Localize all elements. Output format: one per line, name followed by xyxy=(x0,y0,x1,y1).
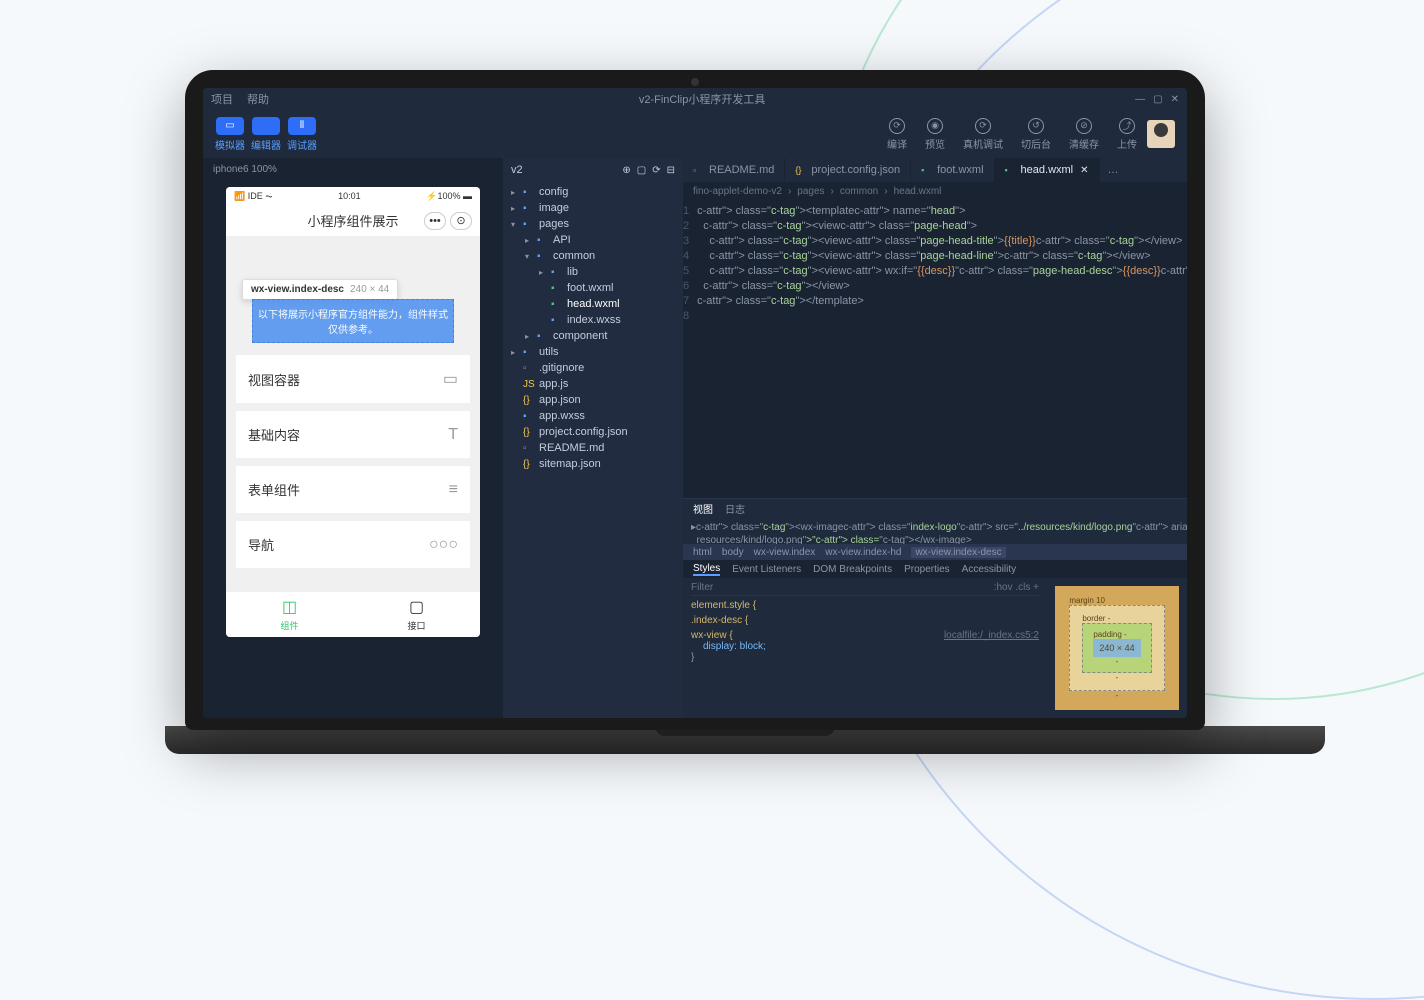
box-model: margin 10 border - padding - 240 × 44 - xyxy=(1047,578,1187,718)
tree-pages[interactable]: ▾▪pages xyxy=(503,216,683,232)
tree-sitemap.json[interactable]: {}sitemap.json xyxy=(503,456,683,472)
tree-head.wxml[interactable]: ▪head.wxml xyxy=(503,296,683,312)
tree-component[interactable]: ▸▪component xyxy=(503,328,683,344)
tabbar-接口[interactable]: ▢接口 xyxy=(353,592,480,637)
app-window: 项目 帮助 v2-FinClip小程序开发工具 — ▢ ✕ ▭模拟器编辑器⫴调试… xyxy=(203,88,1187,718)
dom-crumb[interactable]: wx-view.index-desc xyxy=(911,547,1005,558)
tree-utils[interactable]: ▸▪utils xyxy=(503,344,683,360)
status-carrier: 📶 IDE ⏦ xyxy=(234,191,273,202)
menu-help[interactable]: 帮助 xyxy=(247,91,269,107)
avatar[interactable] xyxy=(1147,120,1175,148)
styles-toggles[interactable]: :hov .cls + xyxy=(994,582,1039,593)
tab-close-icon[interactable]: ✕ xyxy=(1080,165,1088,176)
window-title: v2-FinClip小程序开发工具 xyxy=(283,91,1121,107)
action-预览[interactable]: ◉预览 xyxy=(925,118,945,151)
styles-tab-DOM Breakpoints[interactable]: DOM Breakpoints xyxy=(813,564,892,575)
collapse-icon[interactable]: ⊟ xyxy=(667,165,675,176)
dom-tree[interactable]: ▸c-attr"> class="c-tag"><wx-imagec-attr"… xyxy=(683,517,1187,544)
page-title: 小程序组件展示 xyxy=(307,211,398,230)
explorer-root[interactable]: v2 xyxy=(511,164,523,176)
dom-crumb[interactable]: body xyxy=(722,547,744,558)
styles-tab-Event Listeners[interactable]: Event Listeners xyxy=(732,564,801,575)
tabs-more-icon[interactable]: … xyxy=(1100,158,1127,182)
styles-tab-Properties[interactable]: Properties xyxy=(904,564,950,575)
dom-breadcrumbs[interactable]: html body wx-view.index wx-view.index-hd wx-… xyxy=(683,544,1187,560)
tree-index.wxss[interactable]: ▪index.wxss xyxy=(503,312,683,328)
tab-head.wxml[interactable]: ▪head.wxml✕ xyxy=(995,158,1100,182)
tree-image[interactable]: ▸▪image xyxy=(503,200,683,216)
mode-编辑器[interactable]: 编辑器 xyxy=(251,117,281,152)
devtools-tab-elements[interactable]: 视图 xyxy=(693,501,713,516)
tab-project.config.json[interactable]: {}project.config.json xyxy=(785,158,911,182)
tab-README.md[interactable]: ▫README.md xyxy=(683,158,785,182)
menu-card[interactable]: 导航○○○ xyxy=(236,521,470,568)
menu-card[interactable]: 视图容器▭ xyxy=(236,355,470,403)
menu-card[interactable]: 表单组件≡ xyxy=(236,466,470,513)
tabbar-组件[interactable]: ◫组件 xyxy=(226,592,353,637)
devtools: 视图 日志 ▸c-attr"> class="c-tag"><wx-imagec… xyxy=(683,498,1187,718)
tree-foot.wxml[interactable]: ▪foot.wxml xyxy=(503,280,683,296)
styles-tab-Accessibility[interactable]: Accessibility xyxy=(962,564,1016,575)
file-explorer: v2 ⊕ ▢ ⟳ ⊟ ▸▪config▸▪image▾▪pages▸▪API▾▪… xyxy=(503,158,683,718)
status-battery: ⚡100% ▬ xyxy=(426,191,472,202)
action-切后台[interactable]: ↺切后台 xyxy=(1021,118,1051,151)
tab-foot.wxml[interactable]: ▪foot.wxml xyxy=(911,158,994,182)
tree-app.wxss[interactable]: ▪app.wxss xyxy=(503,408,683,424)
tree-README.md[interactable]: ▫README.md xyxy=(503,440,683,456)
tree-API[interactable]: ▸▪API xyxy=(503,232,683,248)
menubar: 项目 帮助 v2-FinClip小程序开发工具 — ▢ ✕ xyxy=(203,88,1187,110)
device-info: iphone6 100% xyxy=(203,158,503,181)
dom-crumb[interactable]: wx-view.index xyxy=(754,547,816,558)
minimize-icon[interactable]: — xyxy=(1135,94,1145,105)
tree-common[interactable]: ▾▪common xyxy=(503,248,683,264)
tree-app.json[interactable]: {}app.json xyxy=(503,392,683,408)
code-editor[interactable]: 12345678 c-attr"> class="c-tag"><templat… xyxy=(683,200,1187,498)
styles-panel[interactable]: Filter :hov .cls + element.style {.index… xyxy=(683,578,1047,718)
styles-filter[interactable]: Filter xyxy=(691,582,713,593)
menu-project[interactable]: 项目 xyxy=(211,91,233,107)
action-真机调试[interactable]: ⟳真机调试 xyxy=(963,118,1003,151)
inspector-tooltip: wx-view.index-desc240 × 44 xyxy=(242,279,398,300)
capsule-close-icon[interactable]: ⊙ xyxy=(450,212,472,230)
capsule-menu-icon[interactable]: ••• xyxy=(424,212,446,230)
dom-crumb[interactable]: html xyxy=(693,547,712,558)
laptop-frame: 项目 帮助 v2-FinClip小程序开发工具 — ▢ ✕ ▭模拟器编辑器⫴调试… xyxy=(165,70,1225,780)
tree-.gitignore[interactable]: ▫.gitignore xyxy=(503,360,683,376)
tree-project.config.json[interactable]: {}project.config.json xyxy=(503,424,683,440)
refresh-icon[interactable]: ⟳ xyxy=(652,165,660,176)
action-编译[interactable]: ⟳编译 xyxy=(887,118,907,151)
action-上传[interactable]: ⤴上传 xyxy=(1117,118,1137,151)
highlighted-element[interactable]: 以下将展示小程序官方组件能力，组件样式仅供参考。 xyxy=(252,299,454,343)
new-file-icon[interactable]: ⊕ xyxy=(622,165,630,176)
mode-调试器[interactable]: ⫴调试器 xyxy=(287,117,317,152)
close-icon[interactable]: ✕ xyxy=(1171,94,1179,105)
new-folder-icon[interactable]: ▢ xyxy=(637,165,646,176)
phone-simulator[interactable]: 📶 IDE ⏦ 10:01 ⚡100% ▬ 小程序组件展示 ••• ⊙ xyxy=(226,187,480,637)
mode-模拟器[interactable]: ▭模拟器 xyxy=(215,117,245,152)
maximize-icon[interactable]: ▢ xyxy=(1153,94,1162,105)
tree-lib[interactable]: ▸▪lib xyxy=(503,264,683,280)
editor-pane: ▫README.md{}project.config.json▪foot.wxm… xyxy=(683,158,1187,718)
dom-crumb[interactable]: wx-view.index-hd xyxy=(825,547,901,558)
tree-app.js[interactable]: JSapp.js xyxy=(503,376,683,392)
simulator-pane: iphone6 100% 📶 IDE ⏦ 10:01 ⚡100% ▬ 小程序组件… xyxy=(203,158,503,718)
toolbar: ▭模拟器编辑器⫴调试器 ⟳编译 ◉预览 ⟳真机调试 ↺切后台 ⊘清缓存 ⤴上传 xyxy=(203,110,1187,158)
action-清缓存[interactable]: ⊘清缓存 xyxy=(1069,118,1099,151)
menu-card[interactable]: 基础内容T xyxy=(236,411,470,458)
tree-config[interactable]: ▸▪config xyxy=(503,184,683,200)
status-time: 10:01 xyxy=(338,191,361,201)
styles-tab-Styles[interactable]: Styles xyxy=(693,563,720,576)
devtools-tab-console[interactable]: 日志 xyxy=(725,501,745,516)
breadcrumbs[interactable]: fino-applet-demo-v2 › pages › common › h… xyxy=(683,182,1187,200)
